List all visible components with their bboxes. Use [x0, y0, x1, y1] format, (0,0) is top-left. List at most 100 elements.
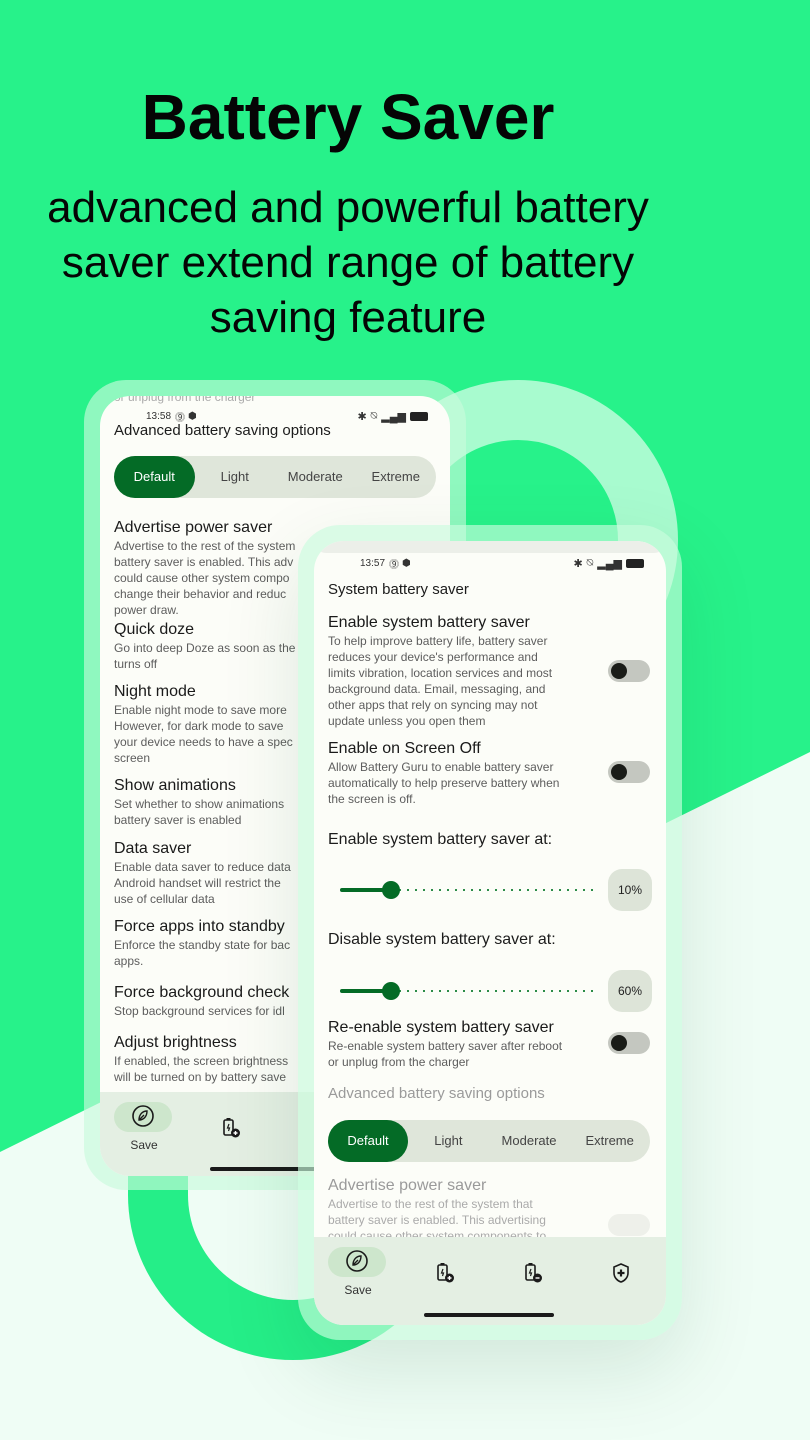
pref-desc: Enforce the standby state for bac apps. — [114, 937, 314, 969]
toggle-enable-system-battery-saver[interactable] — [608, 660, 650, 682]
segment-moderate[interactable]: Moderate — [275, 456, 356, 498]
pref-desc-line: Advertise to the rest of the system that — [328, 1197, 533, 1211]
pref-title: Quick doze — [114, 621, 195, 638]
bluetooth-icon: ✱ — [357, 410, 367, 423]
pref-desc: If enabled, the screen brightness will be… — [114, 1053, 314, 1085]
nav-item-leaf[interactable]: Save — [314, 1237, 402, 1325]
pref-desc-line: Enforce the standby state for bac — [114, 938, 291, 952]
toggle-knob — [611, 1035, 627, 1051]
pref-desc-line: battery saver is enabled. This advertisi… — [328, 1213, 546, 1227]
overflow-text: or unplug from the charger — [114, 396, 256, 404]
toggle-reenable-system-battery-saver[interactable] — [608, 1032, 650, 1054]
slider-enable-at[interactable] — [340, 880, 596, 900]
pref-desc-line: power draw. — [114, 603, 179, 617]
pref-desc-line: Stop background services for idl — [114, 1004, 285, 1018]
nav-item-leaf[interactable]: Save — [100, 1092, 188, 1176]
nav-label: Save — [130, 1138, 158, 1152]
pref-reenable-system-battery-saver[interactable]: Re-enable system battery saver Re-enable… — [328, 1018, 588, 1070]
pref-item[interactable]: Force background check Stop background se… — [114, 983, 314, 1019]
pref-title: Re-enable system battery saver — [328, 1019, 554, 1036]
pref-desc-line: change their behavior and reduc — [114, 587, 287, 601]
pref-item[interactable]: Force apps into standby Enforce the stand… — [114, 917, 314, 969]
slider-disable-at[interactable] — [340, 981, 596, 1001]
nav-item-battery-minus[interactable] — [490, 1237, 578, 1325]
pref-desc-line: your device needs to have a spec — [114, 735, 293, 749]
pref-desc-line: automatically to help preserve battery w… — [328, 776, 560, 790]
pref-desc-line: To help improve battery life, battery sa… — [328, 634, 548, 648]
pref-title: Data saver — [114, 840, 192, 857]
pref-desc-line: However, for dark mode to save — [114, 719, 284, 733]
segment-default[interactable]: Default — [114, 456, 195, 498]
slider-thumb[interactable] — [382, 982, 401, 1000]
segment-extreme[interactable]: Extreme — [356, 456, 437, 498]
shield-icon: ⬢ — [402, 557, 411, 569]
pref-item[interactable]: Advertise power saver Advertise to the re… — [114, 518, 314, 618]
pref-desc-line: screen — [114, 751, 151, 765]
pref-desc: Allow Battery Guru to enable battery sav… — [328, 759, 588, 807]
toggle-enable-on-screen-off[interactable] — [608, 761, 650, 783]
home-indicator — [424, 1313, 554, 1317]
status-icons: ✱ ⍉ ▂▄▆ — [357, 410, 428, 423]
slider-thumb[interactable] — [382, 881, 401, 899]
toggle-knob — [611, 663, 627, 679]
pref-enable-on-screen-off[interactable]: Enable on Screen Off Allow Battery Guru … — [328, 739, 588, 807]
battery-plus-icon — [219, 1116, 243, 1140]
pref-title: Advertise power saver — [328, 1177, 487, 1194]
pref-desc-line: Advertise to the rest of the system — [114, 539, 296, 553]
status-time: 13:57 — [360, 557, 386, 569]
pref-item[interactable]: Adjust brightness If enabled, the screen … — [114, 1033, 314, 1085]
segment-light[interactable]: Light — [195, 456, 276, 498]
pref-advertise-power-saver[interactable]: Advertise power saver Advertise to the r… — [328, 1176, 588, 1244]
pref-desc: Enable data saver to reduce data Android … — [114, 859, 314, 907]
signal-icon: ▂▄▆ — [381, 410, 406, 423]
hero-subtitle: advanced and powerful battery saver exte… — [0, 180, 696, 345]
nav-item-shield-plus[interactable] — [578, 1237, 666, 1325]
nav-item-battery-plus[interactable] — [188, 1092, 276, 1176]
pref-item[interactable]: Quick doze Go into deep Doze as soon as t… — [114, 620, 314, 672]
segment-light[interactable]: Light — [408, 1120, 489, 1162]
segment-default[interactable]: Default — [328, 1120, 408, 1162]
pref-desc-line: use of cellular data — [114, 892, 215, 906]
bottom-nav: Save — [314, 1237, 666, 1325]
toggle-knob — [611, 764, 627, 780]
nav-label: Save — [344, 1283, 372, 1297]
pref-desc-line: background data. Email, messaging, and — [328, 682, 546, 696]
pref-desc-line: battery saver is enabled — [114, 813, 242, 827]
toggle-advertise-power-saver[interactable] — [608, 1214, 650, 1236]
segment-extreme[interactable]: Extreme — [569, 1120, 650, 1162]
battery-icon — [626, 558, 644, 568]
bluetooth-icon: ✱ — [573, 557, 583, 570]
nav-item-battery-plus[interactable] — [402, 1237, 490, 1325]
notification-badge-icon: ⓽ — [389, 559, 400, 571]
shield-plus-icon — [609, 1261, 633, 1285]
pref-desc: Advertise to the rest of the system batte… — [114, 538, 314, 618]
battery-plus-icon — [433, 1261, 457, 1285]
battery-minus-icon — [521, 1261, 545, 1285]
pref-enable-system-battery-saver[interactable]: Enable system battery saver To help impr… — [328, 613, 568, 729]
pref-item[interactable]: Night mode Enable night mode to save more… — [114, 682, 314, 766]
pref-desc-line: update unless you open them — [328, 714, 486, 728]
pref-desc-line: Go into deep Doze as soon as the — [114, 641, 296, 655]
mode-segmented-control: Default Light Moderate Extreme — [328, 1120, 650, 1162]
pref-desc-line: Re-enable system battery saver after reb… — [328, 1039, 563, 1053]
muted-bell-icon: ⍉ — [370, 409, 378, 422]
pref-desc-line: Enable night mode to save more — [114, 703, 287, 717]
status-time: 13:58 — [146, 410, 172, 422]
pref-desc-line: reduces your device's performance and — [328, 650, 538, 664]
pref-item[interactable]: Show animations Set whether to show anima… — [114, 776, 314, 828]
pref-title: Advertise power saver — [114, 519, 273, 536]
pref-title: Force background check — [114, 984, 290, 1001]
pref-title: Enable system battery saver — [328, 614, 530, 631]
pref-desc-line: could cause other system compo — [114, 571, 290, 585]
shield-icon: ⬢ — [188, 410, 197, 422]
status-bar: 13:57 ⓽ ⬢ ✱ ⍉ ▂▄▆ — [314, 553, 666, 573]
pref-item[interactable]: Data saver Enable data saver to reduce da… — [114, 839, 314, 907]
hero-subtitle-line: saver extend range of battery — [61, 238, 635, 287]
hero-title: Battery Saver — [141, 81, 555, 153]
status-icons: ✱ ⍉ ▂▄▆ — [573, 557, 644, 570]
hero-subtitle-line: saving feature — [209, 293, 487, 342]
segment-moderate[interactable]: Moderate — [489, 1120, 570, 1162]
pref-title: Force apps into standby — [114, 918, 285, 935]
battery-icon — [410, 411, 428, 421]
pref-desc-line: Enable data saver to reduce data — [114, 860, 291, 874]
